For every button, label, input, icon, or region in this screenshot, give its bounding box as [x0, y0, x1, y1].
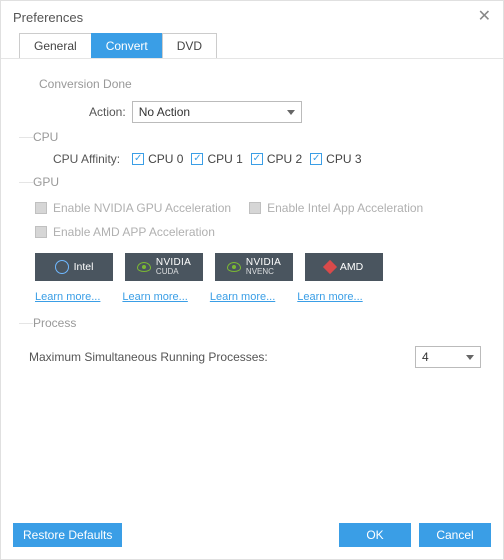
- badge-nvidia-cuda-stack: NVIDIA CUDA: [156, 258, 191, 277]
- gpu-options: Enable NVIDIA GPU Acceleration Enable In…: [35, 201, 485, 239]
- cpu1-checkbox[interactable]: ✓: [191, 153, 203, 165]
- tab-general[interactable]: General: [19, 33, 91, 59]
- badge-nvidia-nvenc-l2: NVENC: [246, 268, 281, 276]
- badge-nvidia-cuda[interactable]: NVIDIA CUDA: [125, 253, 203, 281]
- dialog-footer: Restore Defaults OK Cancel: [1, 513, 503, 559]
- cpu-affinity-label: CPU Affinity:: [53, 152, 120, 166]
- preferences-dialog: Preferences ✕ General Convert DVD Conver…: [0, 0, 504, 560]
- footer-right-buttons: OK Cancel: [339, 523, 491, 547]
- action-select-value: No Action: [139, 105, 190, 119]
- cpu-affinity-row: CPU Affinity: ✓ CPU 0 ✓ CPU 1 ✓ CPU 2 ✓ …: [53, 152, 485, 166]
- titlebar: Preferences ✕: [1, 1, 503, 31]
- cpu3-checkbox[interactable]: ✓: [310, 153, 322, 165]
- gpu-intel-label: Enable Intel App Acceleration: [267, 201, 423, 215]
- cpu1-option: ✓ CPU 1: [191, 152, 242, 166]
- tabbar: General Convert DVD: [19, 33, 485, 59]
- badge-intel-label: Intel: [74, 261, 94, 273]
- action-select[interactable]: No Action: [132, 101, 302, 123]
- dialog-title: Preferences: [13, 10, 83, 25]
- gpu-amd-checkbox: [35, 226, 47, 238]
- gpu-intel-checkbox: [249, 202, 261, 214]
- chevron-down-icon: [466, 355, 474, 360]
- intel-ring-icon: [55, 260, 69, 274]
- section-conversion-done: Conversion Done: [39, 77, 485, 91]
- cpu0-label: CPU 0: [148, 152, 183, 166]
- cpu0-checkbox[interactable]: ✓: [132, 153, 144, 165]
- amd-diamond-icon: [323, 260, 337, 274]
- section-gpu: GPU Enable NVIDIA GPU Acceleration Enabl…: [19, 182, 485, 303]
- learn-more-cuda[interactable]: Learn more...: [122, 291, 187, 303]
- cpu2-option: ✓ CPU 2: [251, 152, 302, 166]
- gpu-nvidia-label: Enable NVIDIA GPU Acceleration: [53, 201, 231, 215]
- gpu-legend: GPU: [33, 175, 485, 189]
- dialog-body: Conversion Done Action: No Action CPU CP…: [1, 59, 503, 513]
- cpu3-option: ✓ CPU 3: [310, 152, 361, 166]
- gpu-nvidia-option: Enable NVIDIA GPU Acceleration: [35, 201, 231, 215]
- process-row: Maximum Simultaneous Running Processes: …: [29, 346, 481, 368]
- cpu-legend: CPU: [33, 130, 485, 144]
- learn-more-row: Learn more... Learn more... Learn more..…: [35, 291, 485, 303]
- gpu-badges: Intel NVIDIA CUDA NVIDIA NVENC: [35, 253, 485, 281]
- badge-nvidia-nvenc[interactable]: NVIDIA NVENC: [215, 253, 293, 281]
- cpu2-checkbox[interactable]: ✓: [251, 153, 263, 165]
- gpu-amd-label: Enable AMD APP Acceleration: [53, 225, 215, 239]
- process-legend: Process: [33, 316, 485, 330]
- ok-button[interactable]: OK: [339, 523, 411, 547]
- gpu-intel-option: Enable Intel App Acceleration: [249, 201, 423, 215]
- gpu-amd-option: Enable AMD APP Acceleration: [35, 225, 215, 239]
- badge-amd-label: AMD: [340, 261, 363, 273]
- gpu-nvidia-checkbox: [35, 202, 47, 214]
- action-label: Action:: [89, 105, 126, 119]
- action-row: Action: No Action: [89, 101, 485, 123]
- chevron-down-icon: [287, 110, 295, 115]
- tab-convert[interactable]: Convert: [91, 33, 162, 59]
- cpu1-label: CPU 1: [207, 152, 242, 166]
- nvidia-eye-icon: [137, 262, 151, 272]
- learn-more-amd[interactable]: Learn more...: [297, 291, 362, 303]
- close-icon[interactable]: ✕: [478, 9, 491, 25]
- max-processes-label: Maximum Simultaneous Running Processes:: [29, 350, 268, 364]
- restore-defaults-button[interactable]: Restore Defaults: [13, 523, 122, 547]
- badge-intel[interactable]: Intel: [35, 253, 113, 281]
- max-processes-value: 4: [422, 350, 429, 364]
- nvidia-eye-icon: [227, 262, 241, 272]
- cpu2-label: CPU 2: [267, 152, 302, 166]
- section-cpu: CPU CPU Affinity: ✓ CPU 0 ✓ CPU 1 ✓ CPU …: [19, 137, 485, 166]
- learn-more-intel[interactable]: Learn more...: [35, 291, 100, 303]
- cpu0-option: ✓ CPU 0: [132, 152, 183, 166]
- cancel-button[interactable]: Cancel: [419, 523, 491, 547]
- badge-amd[interactable]: AMD: [305, 253, 383, 281]
- learn-more-nvenc[interactable]: Learn more...: [210, 291, 275, 303]
- section-process: Process Maximum Simultaneous Running Pro…: [19, 323, 485, 368]
- cpu3-label: CPU 3: [326, 152, 361, 166]
- badge-nvidia-nvenc-stack: NVIDIA NVENC: [246, 258, 281, 277]
- badge-nvidia-cuda-l2: CUDA: [156, 268, 191, 276]
- max-processes-select[interactable]: 4: [415, 346, 481, 368]
- tab-dvd[interactable]: DVD: [162, 33, 217, 59]
